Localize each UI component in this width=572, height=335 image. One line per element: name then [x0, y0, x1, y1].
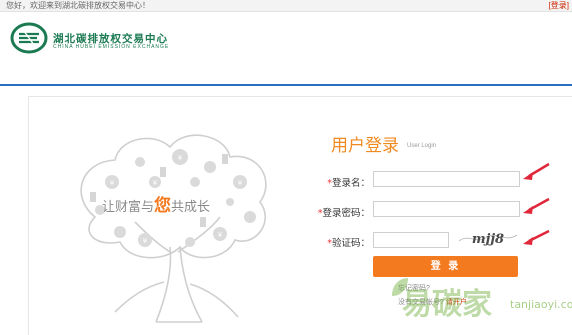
svg-text:¥: ¥: [218, 231, 223, 239]
exchange-logo-icon: [10, 22, 48, 54]
username-input[interactable]: [373, 171, 520, 187]
slogan-prefix: 让财富与: [102, 200, 155, 215]
top-bar: 您好，欢迎来到湖北碳排放权交易中心！ [登录]: [0, 0, 572, 12]
watermark-en: tanjiaoyi.com: [510, 298, 572, 311]
login-title-en: User Login: [407, 143, 437, 149]
password-label: *登录密码：: [317, 208, 370, 219]
username-label: *登录名：: [327, 178, 370, 189]
slogan-suffix: 共成长: [171, 200, 211, 215]
svg-text:¥: ¥: [238, 179, 243, 187]
site-logo[interactable]: 湖北碳排放权交易中心 CHINA HUBEI EMISSION EXCHANGE: [10, 22, 210, 58]
svg-text:¥: ¥: [153, 179, 158, 187]
arrow-password-icon: [523, 197, 550, 214]
logo-name-en: CHINA HUBEI EMISSION EXCHANGE: [53, 44, 170, 50]
welcome-text: 您好，欢迎来到湖北碳排放权交易中心！: [6, 1, 150, 10]
login-button[interactable]: 登 录: [373, 256, 518, 277]
arrow-username-icon: [523, 162, 550, 180]
captcha-image[interactable]: mjj8: [457, 229, 519, 247]
login-title: 用户登录: [331, 136, 399, 156]
money-tree-illustration: ¥ ¥ ¥ ¥ ¥ ¥: [80, 134, 267, 323]
arrow-captcha-icon: [523, 229, 550, 245]
captcha-input[interactable]: [373, 232, 449, 248]
svg-text:¥: ¥: [143, 237, 148, 245]
tree-slogan: 让财富与您共成长: [102, 191, 210, 216]
watermark-cn: 易碳家: [402, 287, 492, 322]
svg-text:¥: ¥: [178, 154, 183, 162]
header-divider: [0, 84, 572, 86]
captcha-text: mjj8: [472, 232, 504, 247]
slogan-highlight: 您: [154, 196, 172, 216]
top-login-link[interactable]: [登录]: [549, 0, 569, 11]
password-input[interactable]: [373, 201, 520, 217]
captcha-label: *验证码：: [327, 238, 370, 249]
svg-text:¥: ¥: [110, 179, 115, 187]
